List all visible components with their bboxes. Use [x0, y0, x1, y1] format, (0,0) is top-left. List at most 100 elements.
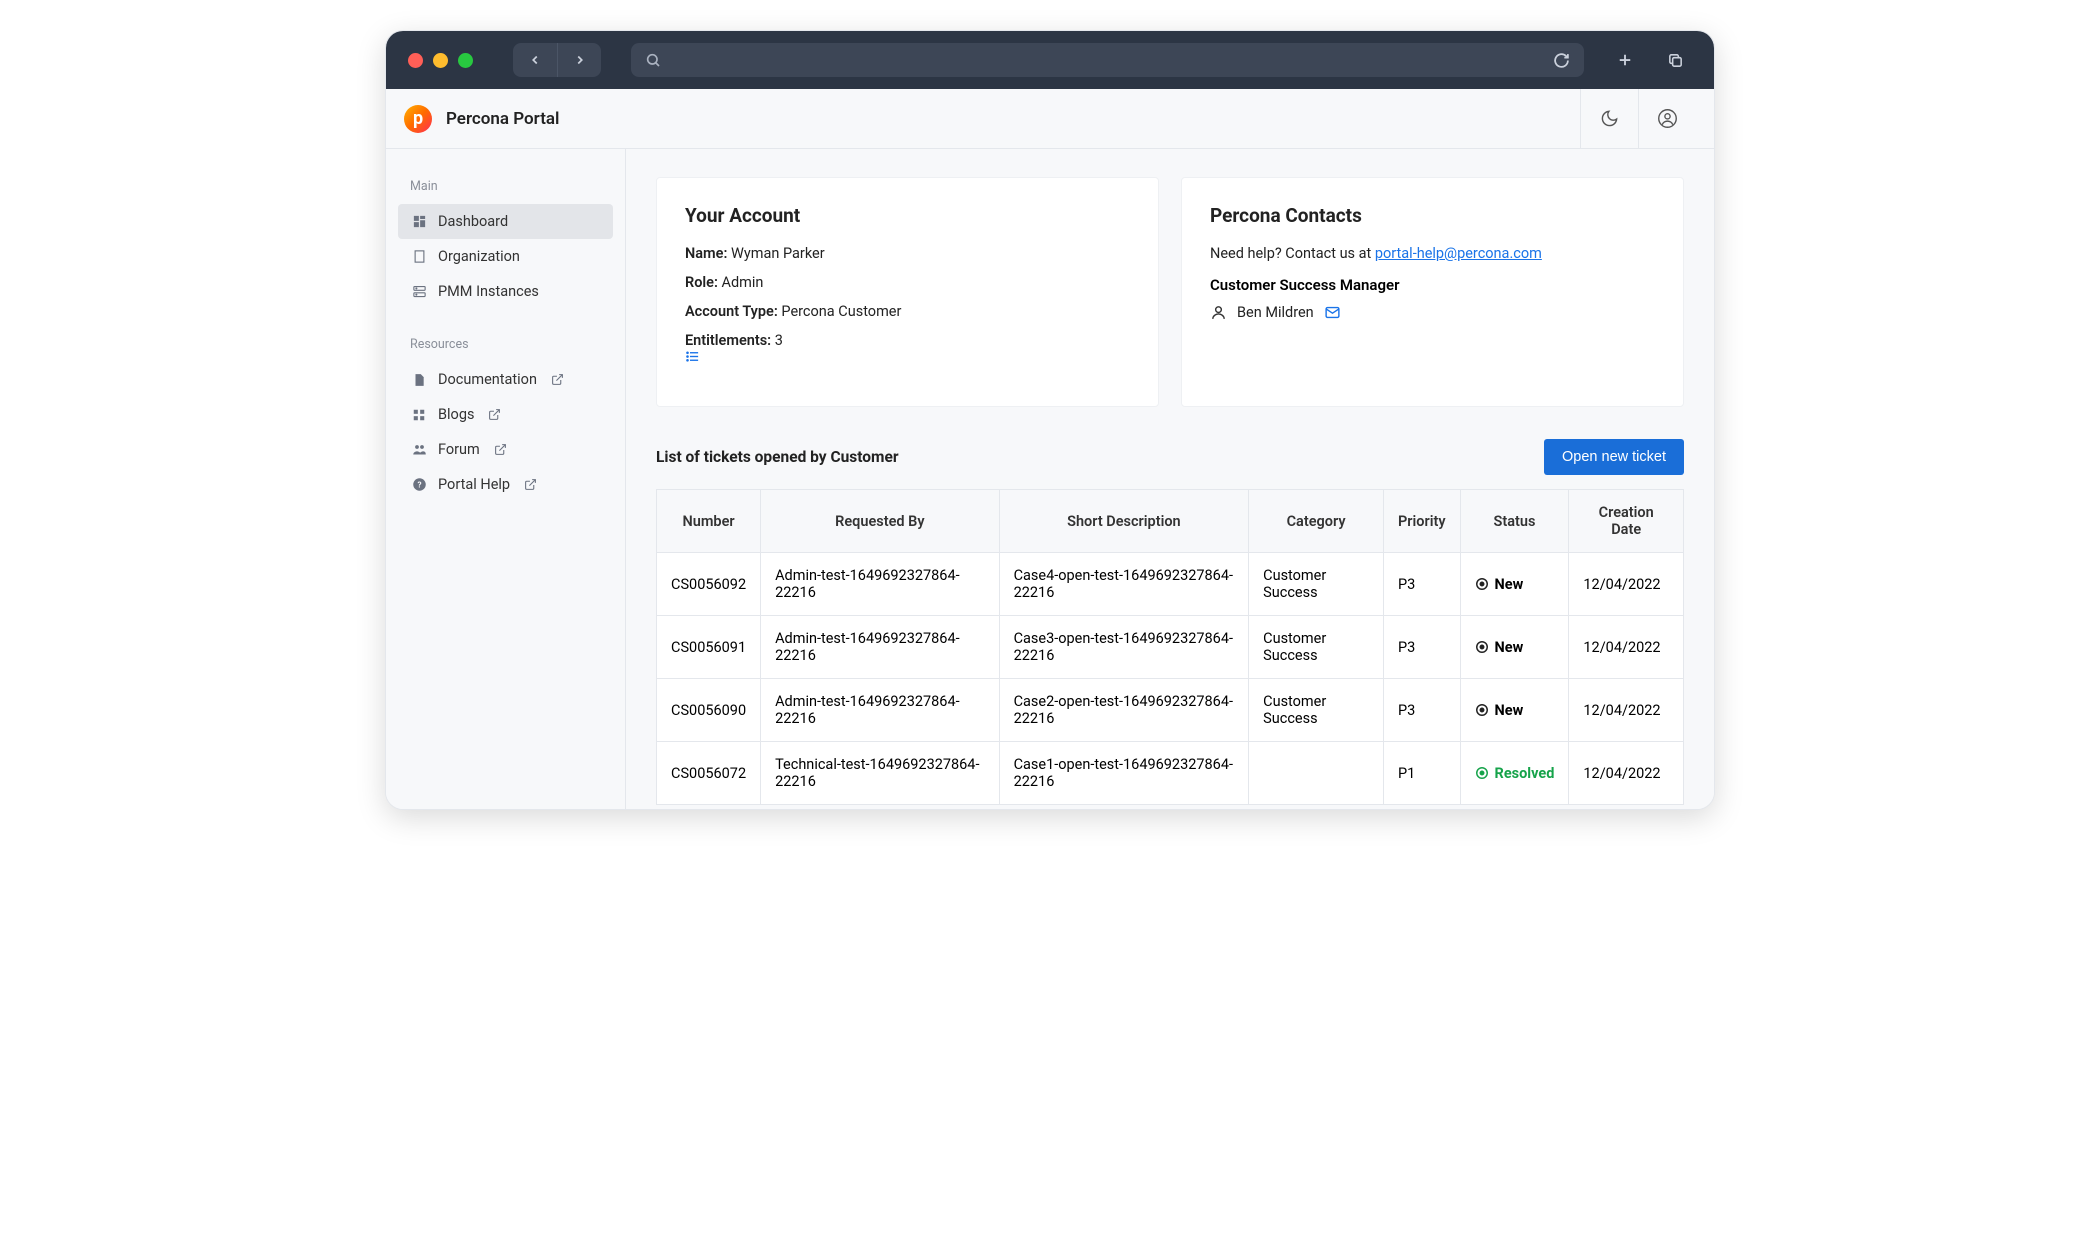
tickets-header-row: Number Requested By Short Description Ca… [657, 490, 1684, 553]
sidebar-section-main: Main [398, 173, 613, 204]
cell-priority: P3 [1383, 616, 1460, 679]
mail-icon[interactable] [1324, 304, 1341, 321]
grid-icon [410, 408, 428, 422]
status-text: New [1495, 702, 1524, 719]
cell-short-desc: Case2-open-test-1649692327864-22216 [999, 679, 1249, 742]
moon-icon [1600, 109, 1619, 128]
sidebar-item-portal-help[interactable]: ? Portal Help [398, 467, 613, 502]
cell-status: New [1460, 679, 1569, 742]
browser-window: p Percona Portal Main Dashboard [385, 30, 1715, 810]
window-minimize-button[interactable] [433, 53, 448, 68]
sidebar-item-label: Portal Help [438, 476, 510, 493]
account-menu-button[interactable] [1638, 89, 1696, 149]
theme-toggle-button[interactable] [1580, 89, 1638, 149]
cell-priority: P1 [1383, 742, 1460, 805]
table-row[interactable]: CS0056092Admin-test-1649692327864-22216C… [657, 553, 1684, 616]
your-account-card: Your Account Name: Wyman Parker Role: Ad… [656, 177, 1159, 407]
cell-creation-date: 12/04/2022 [1569, 553, 1684, 616]
external-link-icon [488, 408, 501, 421]
browser-chrome [386, 31, 1714, 89]
sidebar-item-blogs[interactable]: Blogs [398, 397, 613, 432]
cell-requested-by: Admin-test-1649692327864-22216 [761, 679, 1000, 742]
external-link-icon [494, 443, 507, 456]
nav-buttons [513, 43, 601, 77]
cell-number: CS0056090 [657, 679, 761, 742]
sidebar-item-dashboard[interactable]: Dashboard [398, 204, 613, 239]
person-icon [1210, 304, 1227, 321]
user-circle-icon [1657, 108, 1678, 129]
external-link-icon [524, 478, 537, 491]
forward-button[interactable] [557, 43, 601, 77]
status-text: New [1495, 576, 1524, 593]
cell-short-desc: Case1-open-test-1649692327864-22216 [999, 742, 1249, 805]
logo-letter: p [413, 108, 423, 129]
cell-number: CS0056072 [657, 742, 761, 805]
col-status: Status [1460, 490, 1569, 553]
app-title: Percona Portal [446, 109, 559, 129]
card-title: Percona Contacts [1210, 204, 1655, 227]
sidebar-item-label: PMM Instances [438, 283, 539, 300]
window-maximize-button[interactable] [458, 53, 473, 68]
sidebar-item-label: Forum [438, 441, 480, 458]
main-content: Your Account Name: Wyman Parker Role: Ad… [626, 149, 1714, 809]
dashboard-icon [410, 214, 428, 229]
refresh-button[interactable] [1553, 52, 1570, 69]
list-icon[interactable] [685, 349, 1130, 364]
name-label: Name: [685, 245, 727, 262]
sidebar-item-label: Organization [438, 248, 520, 265]
copy-icon [1667, 52, 1684, 69]
status-text: Resolved [1495, 765, 1555, 782]
account-type-line: Account Type: Percona Customer [685, 303, 1130, 320]
entitlements-label: Entitlements: [685, 332, 771, 349]
cell-short-desc: Case4-open-test-1649692327864-22216 [999, 553, 1249, 616]
account-name-line: Name: Wyman Parker [685, 245, 1130, 262]
cell-creation-date: 12/04/2022 [1569, 679, 1684, 742]
col-category: Category [1249, 490, 1384, 553]
cell-number: CS0056091 [657, 616, 761, 679]
cell-category: Customer Success [1249, 679, 1384, 742]
account-role-line: Role: Admin [685, 274, 1130, 291]
percona-contacts-card: Percona Contacts Need help? Contact us a… [1181, 177, 1684, 407]
col-priority: Priority [1383, 490, 1460, 553]
cell-category: Customer Success [1249, 616, 1384, 679]
back-button[interactable] [513, 43, 557, 77]
table-row[interactable]: CS0056072Technical-test-1649692327864-22… [657, 742, 1684, 805]
search-icon [645, 52, 661, 68]
entitlements-value: 3 [775, 332, 783, 349]
name-value: Wyman Parker [731, 245, 825, 262]
cell-category: Customer Success [1249, 553, 1384, 616]
type-label: Account Type: [685, 303, 778, 320]
address-bar[interactable] [631, 43, 1584, 77]
csm-name: Ben Mildren [1237, 304, 1314, 321]
tickets-table: Number Requested By Short Description Ca… [656, 489, 1684, 805]
cell-status: New [1460, 553, 1569, 616]
window-close-button[interactable] [408, 53, 423, 68]
contacts-help-line: Need help? Contact us at portal-help@per… [1210, 245, 1655, 262]
sidebar: Main Dashboard Organization PMM Instance… [386, 149, 626, 809]
tabs-button[interactable] [1658, 43, 1692, 77]
col-number: Number [657, 490, 761, 553]
app-body: Main Dashboard Organization PMM Instance… [386, 149, 1714, 809]
sidebar-item-organization[interactable]: Organization [398, 239, 613, 274]
help-email-link[interactable]: portal-help@percona.com [1375, 245, 1542, 262]
table-row[interactable]: CS0056090Admin-test-1649692327864-22216C… [657, 679, 1684, 742]
cell-priority: P3 [1383, 553, 1460, 616]
sidebar-item-documentation[interactable]: Documentation [398, 362, 613, 397]
col-creation-date: Creation Date [1569, 490, 1684, 553]
table-row[interactable]: CS0056091Admin-test-1649692327864-22216C… [657, 616, 1684, 679]
sidebar-item-forum[interactable]: Forum [398, 432, 613, 467]
cards-row: Your Account Name: Wyman Parker Role: Ad… [656, 177, 1684, 407]
cell-requested-by: Admin-test-1649692327864-22216 [761, 553, 1000, 616]
cell-short-desc: Case3-open-test-1649692327864-22216 [999, 616, 1249, 679]
tickets-header: List of tickets opened by Customer Open … [656, 439, 1684, 475]
open-new-ticket-button[interactable]: Open new ticket [1544, 439, 1684, 475]
sidebar-item-pmm-instances[interactable]: PMM Instances [398, 274, 613, 309]
col-requested-by: Requested By [761, 490, 1000, 553]
new-tab-button[interactable] [1608, 43, 1642, 77]
status-text: New [1495, 639, 1524, 656]
chrome-right-controls [1608, 43, 1692, 77]
sidebar-item-label: Blogs [438, 406, 474, 423]
cell-status: Resolved [1460, 742, 1569, 805]
status-icon [1475, 640, 1489, 654]
cell-status: New [1460, 616, 1569, 679]
